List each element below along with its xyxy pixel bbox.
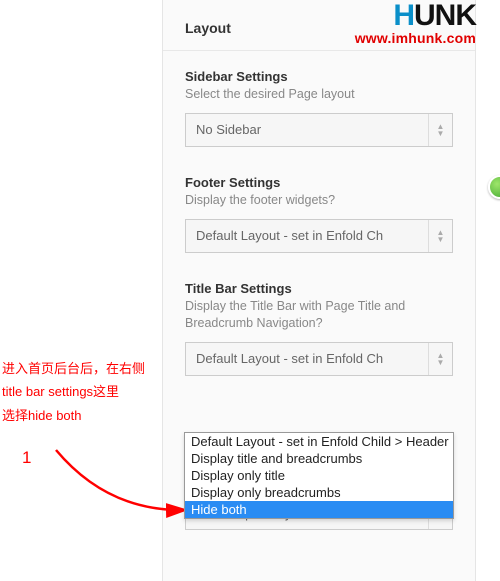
sidebar-select-value: No Sidebar <box>186 122 428 137</box>
annotation-text: 进入首页后台后，在右侧 title bar settings这里 选择hide … <box>2 357 160 427</box>
updown-icon: ▲▼ <box>428 220 452 252</box>
watermark-logo: HUNK <box>355 2 476 30</box>
dropdown-option[interactable]: Hide both <box>185 501 453 518</box>
titlebar-settings-title: Title Bar Settings <box>185 281 453 296</box>
watermark-url: www.imhunk.com <box>355 30 476 46</box>
dropdown-option[interactable]: Default Layout - set in Enfold Child > H… <box>185 433 453 450</box>
dropdown-option[interactable]: Display only breadcrumbs <box>185 484 453 501</box>
sidebar-settings-section: Sidebar Settings Select the desired Page… <box>163 51 475 157</box>
annotation-line-2: title bar settings这里 <box>2 380 160 403</box>
footer-settings-section: Footer Settings Display the footer widge… <box>163 157 475 263</box>
annotation-number: 1 <box>22 448 31 468</box>
sidebar-select[interactable]: No Sidebar ▲▼ <box>185 113 453 147</box>
footer-settings-title: Footer Settings <box>185 175 453 190</box>
titlebar-dropdown-list[interactable]: Default Layout - set in Enfold Child > H… <box>184 432 454 519</box>
titlebar-select[interactable]: Default Layout - set in Enfold Ch ▲▼ <box>185 342 453 376</box>
watermark-h: H <box>393 0 414 32</box>
annotation-line-1: 进入首页后台后，在右侧 <box>2 357 160 380</box>
dropdown-option[interactable]: Display title and breadcrumbs <box>185 450 453 467</box>
dropdown-option[interactable]: Display only title <box>185 467 453 484</box>
titlebar-select-value: Default Layout - set in Enfold Ch <box>186 351 428 366</box>
watermark: HUNK www.imhunk.com <box>355 2 476 46</box>
sidebar-settings-title: Sidebar Settings <box>185 69 453 84</box>
titlebar-settings-section: Title Bar Settings Display the Title Bar… <box>163 263 475 386</box>
annotation-line-3: 选择hide both <box>2 404 160 427</box>
updown-icon: ▲▼ <box>428 343 452 375</box>
updown-icon: ▲▼ <box>428 114 452 146</box>
edge-badge-icon <box>488 175 500 199</box>
footer-select[interactable]: Default Layout - set in Enfold Ch ▲▼ <box>185 219 453 253</box>
watermark-rest: UNK <box>414 0 476 32</box>
titlebar-settings-desc: Display the Title Bar with Page Title an… <box>185 298 453 332</box>
sidebar-settings-desc: Select the desired Page layout <box>185 86 453 103</box>
footer-select-value: Default Layout - set in Enfold Ch <box>186 228 428 243</box>
footer-settings-desc: Display the footer widgets? <box>185 192 453 209</box>
